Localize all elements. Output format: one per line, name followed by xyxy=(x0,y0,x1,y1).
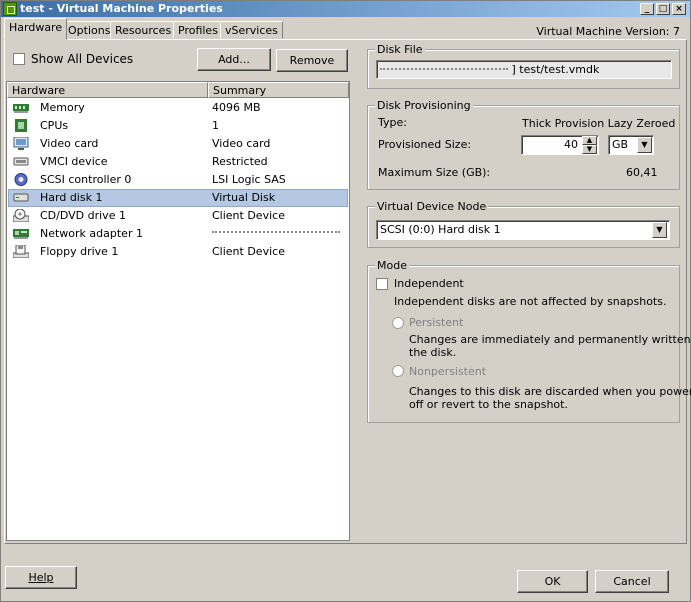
disk-file-path-redacted xyxy=(380,68,508,72)
device-summary: Video card xyxy=(212,137,271,150)
vmci-icon xyxy=(13,157,29,166)
device-summary: LSI Logic SAS xyxy=(212,173,286,186)
device-name: Network adapter 1 xyxy=(40,227,143,240)
list-item-hard-disk-selected[interactable]: Hard disk 1 Virtual Disk xyxy=(8,189,348,207)
max-size-value: 60,41 xyxy=(626,166,658,179)
device-summary: Client Device xyxy=(212,245,285,258)
unit-chevron-down-icon[interactable]: ▼ xyxy=(637,137,652,153)
type-label: Type: xyxy=(378,116,407,129)
close-icon[interactable]: × xyxy=(672,3,686,15)
provisioned-size-label: Provisioned Size: xyxy=(378,138,472,151)
nonpersistent-label: Nonpersistent xyxy=(409,365,487,378)
nonpersistent-radio[interactable] xyxy=(392,365,404,377)
device-name: CD/DVD drive 1 xyxy=(40,209,126,222)
tab-profiles[interactable]: Profiles xyxy=(173,21,223,39)
cancel-button[interactable]: Cancel xyxy=(595,570,669,593)
minimize-icon[interactable]: _ xyxy=(640,3,654,15)
node-chevron-down-icon[interactable]: ▼ xyxy=(652,222,667,238)
persistent-description-line2: the disk. xyxy=(409,346,457,359)
window-title: test - Virtual Machine Properties xyxy=(20,2,223,15)
video-card-icon xyxy=(13,137,29,150)
tab-options[interactable]: Options xyxy=(63,21,116,39)
device-name: Hard disk 1 xyxy=(40,191,103,204)
scsi-controller-icon xyxy=(14,173,28,186)
spin-down-icon[interactable]: ▼ xyxy=(582,145,597,154)
independent-checkbox[interactable] xyxy=(376,278,388,290)
ok-button[interactable]: OK xyxy=(517,570,588,593)
device-summary-redacted xyxy=(212,231,340,235)
cd-dvd-icon xyxy=(13,209,29,222)
tab-resources[interactable]: Resources xyxy=(110,21,177,39)
network-adapter-icon xyxy=(13,229,29,239)
max-size-label: Maximum Size (GB): xyxy=(378,166,491,179)
nonpersistent-description-line1: Changes to this disk are discarded when … xyxy=(409,385,691,398)
list-item-network-adapter[interactable]: Network adapter 1 xyxy=(8,225,348,243)
persistent-label: Persistent xyxy=(409,316,464,329)
persistent-description-line1: Changes are immediately and permanently … xyxy=(409,333,691,346)
device-summary: 1 xyxy=(212,119,219,132)
device-summary: 4096 MB xyxy=(212,101,261,114)
device-summary: Virtual Disk xyxy=(212,191,276,204)
column-header-summary[interactable]: Summary xyxy=(208,82,349,98)
list-item-cpus[interactable]: CPUs 1 xyxy=(8,117,348,135)
vm-version-label: Virtual Machine Version: 7 xyxy=(536,25,680,38)
virtual-device-node-select[interactable]: SCSI (0:0) Hard disk 1 xyxy=(376,220,670,240)
device-summary: Client Device xyxy=(212,209,285,222)
list-item-floppy-drive[interactable]: Floppy drive 1 Client Device xyxy=(8,243,348,261)
disk-file-path: ] test/test.vmdk xyxy=(511,63,600,76)
persistent-radio[interactable] xyxy=(392,317,404,329)
device-name: SCSI controller 0 xyxy=(40,173,132,186)
virtual-device-node-value: SCSI (0:0) Hard disk 1 xyxy=(380,223,501,236)
hard-disk-icon xyxy=(13,193,29,202)
column-header-hardware[interactable]: Hardware xyxy=(7,82,208,98)
memory-icon xyxy=(13,104,29,113)
show-all-devices-label: Show All Devices xyxy=(31,52,134,66)
unit-value: GB xyxy=(612,138,629,151)
list-item-memory[interactable]: Memory 4096 MB xyxy=(8,99,348,117)
remove-button[interactable]: Remove xyxy=(276,49,348,72)
title-bar[interactable]: test - Virtual Machine Properties _ □ × xyxy=(1,1,690,17)
device-name: Memory xyxy=(40,101,85,114)
tab-hardware[interactable]: Hardware xyxy=(4,18,68,40)
show-all-devices-checkbox[interactable] xyxy=(13,53,25,65)
list-item-vmci-device[interactable]: VMCI device Restricted xyxy=(8,153,348,171)
floppy-icon xyxy=(13,245,29,258)
type-value: Thick Provision Lazy Zeroed xyxy=(522,117,676,130)
device-name: VMCI device xyxy=(40,155,108,168)
device-name: Floppy drive 1 xyxy=(40,245,119,258)
cpu-icon xyxy=(15,119,27,132)
spin-up-icon[interactable]: ▲ xyxy=(582,136,597,145)
hardware-list[interactable]: Hardware Summary Memory 4096 MB CPUs 1 V… xyxy=(6,81,350,541)
independent-description: Independent disks are not affected by sn… xyxy=(394,295,667,308)
list-item-cd-dvd-drive[interactable]: CD/DVD drive 1 Client Device xyxy=(8,207,348,225)
list-item-video-card[interactable]: Video card Video card xyxy=(8,135,348,153)
list-item-scsi-controller[interactable]: SCSI controller 0 LSI Logic SAS xyxy=(8,171,348,189)
tab-vservices[interactable]: vServices xyxy=(220,21,283,39)
help-button[interactable]: Help xyxy=(5,566,77,589)
vm-properties-window: test - Virtual Machine Properties _ □ × … xyxy=(0,0,691,602)
vm-icon xyxy=(3,2,17,16)
nonpersistent-description-line2: off or revert to the snapshot. xyxy=(409,398,568,411)
add-button[interactable]: Add... xyxy=(197,48,271,71)
virtual-device-node-title: Virtual Device Node xyxy=(375,200,489,213)
device-name: CPUs xyxy=(40,119,69,132)
device-name: Video card xyxy=(40,137,99,150)
help-label: Help xyxy=(28,571,54,584)
independent-label: Independent xyxy=(394,277,464,290)
disk-provisioning-title: Disk Provisioning xyxy=(375,99,473,112)
mode-title: Mode xyxy=(375,259,409,272)
disk-file-title: Disk File xyxy=(375,43,425,56)
disk-file-field[interactable]: ] test/test.vmdk xyxy=(376,60,672,79)
device-summary: Restricted xyxy=(212,155,268,168)
maximize-icon[interactable]: □ xyxy=(656,3,670,15)
